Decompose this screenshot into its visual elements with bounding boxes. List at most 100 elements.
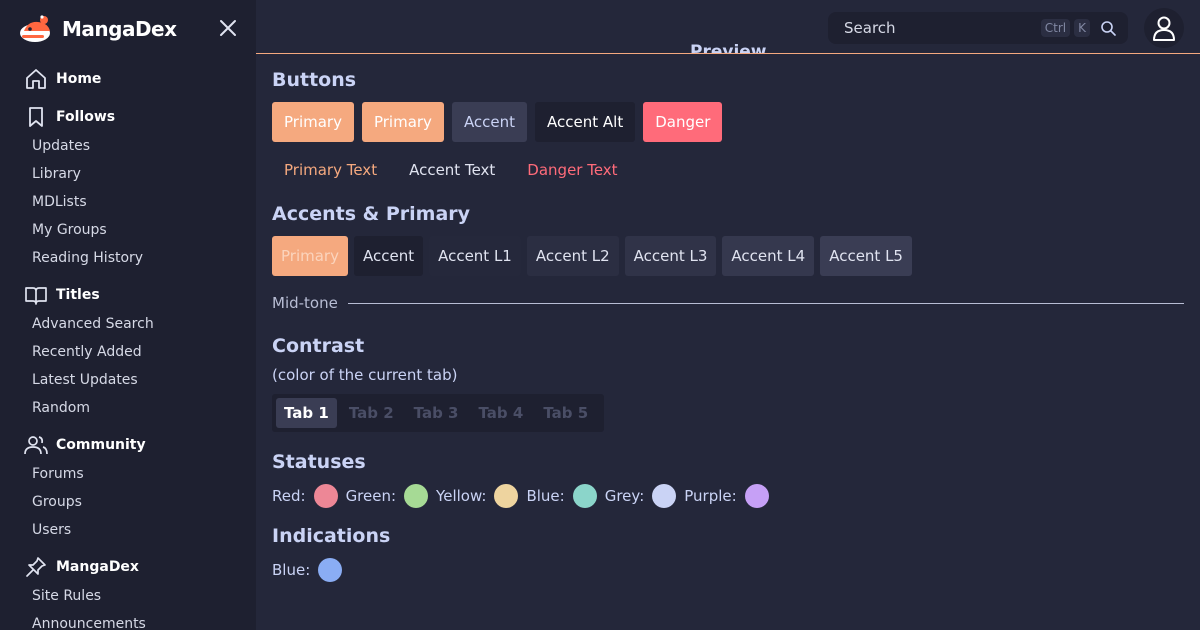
status-yellow-dot	[494, 484, 519, 508]
sidebar: MangaDex Home Follows Updates Library MD…	[0, 0, 256, 630]
status-grey-dot	[652, 484, 677, 508]
status-red-dot	[313, 484, 338, 508]
close-icon	[220, 20, 236, 36]
sidebar-item-latest-updates[interactable]: Latest Updates	[0, 366, 256, 394]
tab-5[interactable]: Tab 5	[535, 398, 596, 428]
sidebar-item-titles[interactable]: Titles	[0, 280, 256, 310]
status-purple-dot	[744, 484, 769, 508]
status-label: Grey:	[604, 487, 645, 505]
midtone-divider: Mid-tone	[272, 292, 1184, 314]
sidebar-item-forums[interactable]: Forums	[0, 460, 256, 488]
contrast-subtitle: (color of the current tab)	[272, 366, 458, 384]
status-grey: Grey:	[605, 484, 677, 508]
tab-3[interactable]: Tab 3	[406, 398, 467, 428]
search-placeholder: Search	[844, 19, 896, 37]
contrast-tabs: Tab 1 Tab 2 Tab 3 Tab 4 Tab 5	[272, 394, 605, 432]
kbd-ctrl: Ctrl	[1040, 19, 1071, 37]
sidebar-nav: Home Follows Updates Library MDLists My …	[0, 62, 256, 630]
sidebar-item-recently-added[interactable]: Recently Added	[0, 338, 256, 366]
accent-alt-button[interactable]: Accent Alt	[535, 102, 636, 142]
sidebar-item-reading-history[interactable]: Reading History	[0, 244, 256, 272]
status-yellow: Yellow:	[436, 484, 519, 508]
text-buttons-row: Primary Text Accent Text Danger Text	[272, 150, 1184, 190]
sidebar-item-mdlists[interactable]: MDLists	[0, 188, 256, 216]
accent-button[interactable]: Accent	[451, 102, 528, 142]
indication-blue-dot	[318, 558, 343, 582]
home-icon	[24, 67, 48, 91]
pin-icon	[24, 555, 48, 579]
sidebar-item-groups[interactable]: Groups	[0, 488, 256, 516]
main-content: Buttons Primary Primary Accent Accent Al…	[272, 56, 1184, 582]
primary-button-2[interactable]: Primary	[361, 102, 444, 142]
mangadex-logo-icon	[20, 15, 50, 42]
sidebar-item-label: MangaDex	[56, 559, 139, 575]
statuses-row: Red: Green: Yellow: Blue: Grey: Purple:	[272, 484, 1184, 508]
sidebar-item-follows[interactable]: Follows	[0, 102, 256, 132]
midtone-label: Mid-tone	[272, 294, 338, 312]
accent-text-button[interactable]: Accent Text	[397, 150, 507, 190]
sidebar-item-site-rules[interactable]: Site Rules	[0, 582, 256, 610]
users-icon	[24, 433, 48, 457]
top-header: Preview Search Ctrl K	[256, 0, 1200, 54]
search-icon	[1098, 18, 1118, 38]
section-title-indications: Indications	[272, 525, 391, 547]
sidebar-item-label: Follows	[56, 109, 116, 125]
tab-2[interactable]: Tab 2	[341, 398, 402, 428]
swatch-accent-l5: Accent L5	[820, 236, 912, 276]
swatch-accent-l3: Accent L3	[624, 236, 717, 276]
close-sidebar-button[interactable]	[216, 16, 240, 40]
buttons-row: Primary Primary Accent Accent Alt Danger	[272, 102, 1184, 142]
sidebar-item-community[interactable]: Community	[0, 430, 256, 460]
indication-label: Blue:	[272, 561, 311, 579]
tab-4[interactable]: Tab 4	[470, 398, 531, 428]
brand[interactable]: MangaDex	[18, 12, 177, 46]
status-blue-dot	[572, 484, 597, 508]
tab-1[interactable]: Tab 1	[276, 398, 337, 428]
sidebar-item-updates[interactable]: Updates	[0, 132, 256, 160]
status-blue: Blue:	[526, 484, 597, 508]
sidebar-item-random[interactable]: Random	[0, 394, 256, 422]
section-title-contrast: Contrast	[272, 335, 365, 357]
swatch-accent-l1: Accent L1	[429, 236, 521, 276]
status-green: Green:	[345, 484, 429, 508]
swatch-primary: Primary	[272, 236, 348, 276]
sidebar-item-users[interactable]: Users	[0, 516, 256, 544]
section-title-buttons: Buttons	[272, 69, 357, 91]
status-purple: Purple:	[684, 484, 769, 508]
status-label: Blue:	[526, 487, 565, 505]
swatch-accent: Accent	[353, 236, 424, 276]
status-label: Purple:	[684, 487, 737, 505]
bookmark-icon	[24, 105, 48, 129]
search-input[interactable]: Search Ctrl K	[828, 12, 1128, 44]
sidebar-item-label: Community	[56, 437, 146, 453]
accents-row: Primary Accent Accent L1 Accent L2 Accen…	[272, 236, 1184, 276]
danger-text-button[interactable]: Danger Text	[515, 150, 629, 190]
primary-text-button[interactable]: Primary Text	[272, 150, 389, 190]
status-label: Red:	[272, 487, 306, 505]
status-red: Red:	[272, 484, 338, 508]
book-open-icon	[24, 283, 48, 307]
section-title-statuses: Statuses	[272, 451, 366, 473]
section-title-accents: Accents & Primary	[272, 203, 471, 225]
kbd-k: K	[1074, 19, 1090, 37]
indications-row: Blue:	[272, 558, 1184, 582]
sidebar-item-label: Home	[56, 71, 102, 87]
user-avatar-button[interactable]	[1144, 8, 1184, 48]
status-green-dot	[404, 484, 429, 508]
sidebar-item-home[interactable]: Home	[0, 64, 256, 94]
sidebar-item-library[interactable]: Library	[0, 160, 256, 188]
primary-button[interactable]: Primary	[272, 102, 354, 142]
swatch-accent-l2: Accent L2	[526, 236, 619, 276]
sidebar-item-label: Titles	[56, 287, 100, 303]
indication-blue: Blue:	[272, 558, 343, 582]
sidebar-item-my-groups[interactable]: My Groups	[0, 216, 256, 244]
sidebar-item-mangadex[interactable]: MangaDex	[0, 552, 256, 582]
danger-button[interactable]: Danger	[643, 102, 723, 142]
user-icon	[1153, 16, 1175, 41]
midtone-line	[347, 302, 1184, 304]
sidebar-item-announcements[interactable]: Announcements	[0, 610, 256, 630]
swatch-accent-l4: Accent L4	[722, 236, 815, 276]
brand-name: MangaDex	[62, 17, 177, 41]
status-label: Green:	[345, 487, 397, 505]
sidebar-item-advanced-search[interactable]: Advanced Search	[0, 310, 256, 338]
